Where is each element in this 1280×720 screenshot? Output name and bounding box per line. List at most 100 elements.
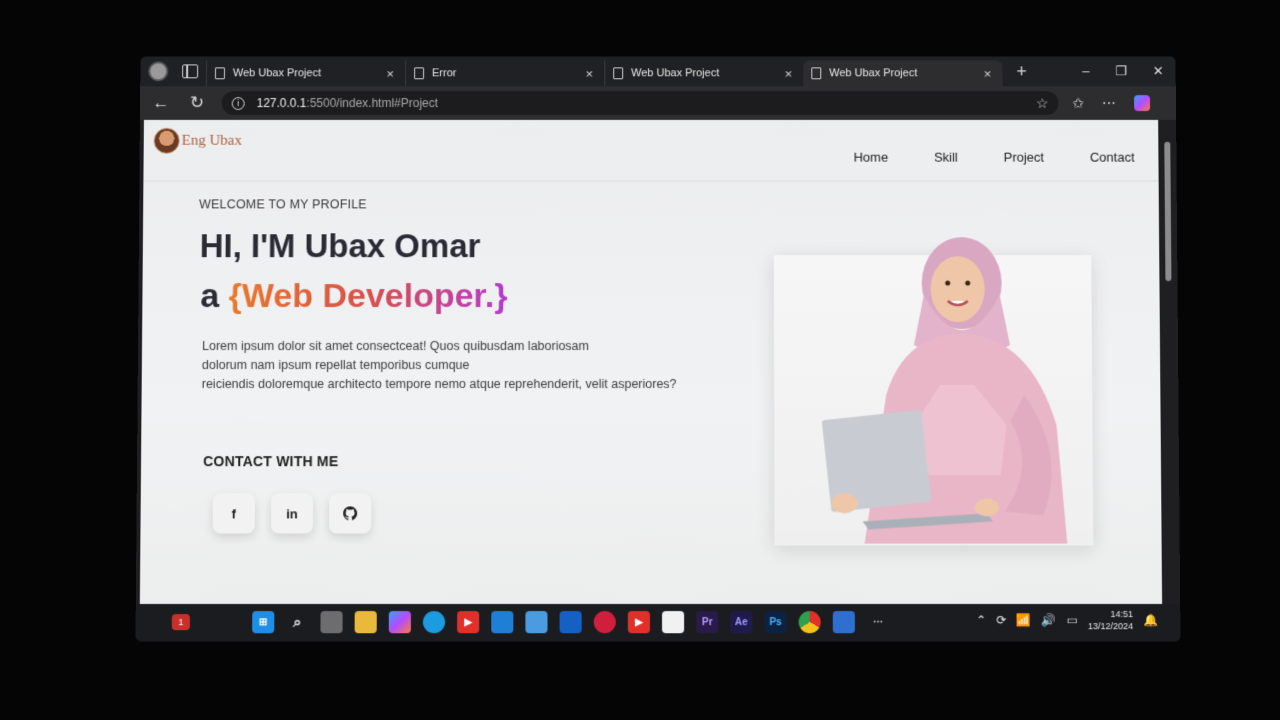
page-icon <box>811 67 822 80</box>
bell-icon[interactable]: 🔔 <box>1143 613 1158 627</box>
bio-line: Lorem ipsum dolor sit amet consectceat! … <box>201 339 590 353</box>
system-tray: ⌃ ⟳ 📶 🔊 ▭ 14:51 13/12/2024 🔔 <box>976 608 1158 632</box>
facebook-button[interactable]: f <box>212 493 256 534</box>
info-icon[interactable]: i <box>231 96 245 110</box>
hero-name: HI, I'M Ubax Omar <box>199 227 481 265</box>
clock-time: 14:51 <box>1110 609 1134 620</box>
more-icon[interactable]: ⋯ <box>1102 95 1116 112</box>
hero-role-line: a {Web Developer.} <box>200 277 507 316</box>
facebook-icon: f <box>231 505 237 521</box>
vscode-icon[interactable] <box>491 611 514 634</box>
logo-avatar <box>153 127 180 154</box>
refresh-icon[interactable]: ↻ <box>182 93 212 113</box>
hero-role: {Web Developer.} <box>228 277 508 316</box>
close-tab-icon[interactable]: × <box>981 66 995 81</box>
site-header: Eng Ubax Home Skill Project Contact <box>143 119 1159 182</box>
contact-heading: CONTACT WITH ME <box>203 453 339 470</box>
hero-prefix: a <box>200 277 229 316</box>
star-icon[interactable]: ☆ <box>1036 95 1049 112</box>
windows-taskbar: 1 ⊞ ⌕ ▶ ▶ Pr Ae Ps ⋯ ⌃ ⟳ 📶 🔊 ▭ 14:51 13/… <box>135 603 1181 642</box>
more-icon[interactable]: ⋯ <box>867 611 889 633</box>
linkedin-icon: in <box>286 505 298 521</box>
welcome-text: WELCOME TO MY PROFILE <box>199 197 367 212</box>
window-controls: – ❐ ✕ <box>1082 63 1164 79</box>
close-window-button[interactable]: ✕ <box>1153 63 1164 79</box>
premiere-icon[interactable]: Pr <box>696 611 719 634</box>
pinterest-icon[interactable] <box>593 611 616 634</box>
search-icon[interactable]: ⌕ <box>286 611 308 633</box>
notepad-icon[interactable] <box>662 611 685 634</box>
volume-icon[interactable]: 🔊 <box>1041 613 1056 627</box>
browser-tab-strip: Web Ubax Project × Error × Web Ubax Proj… <box>140 56 1176 87</box>
task-view-icon[interactable] <box>320 611 343 634</box>
browser-tab-active[interactable]: Web Ubax Project × <box>803 60 1003 87</box>
page-icon <box>414 67 425 80</box>
nav-skill[interactable]: Skill <box>934 150 958 165</box>
github-icon <box>343 506 358 521</box>
page-icon <box>613 67 624 80</box>
site-logo[interactable]: Eng Ubax <box>153 127 242 154</box>
notification-badge[interactable]: 1 <box>171 614 190 631</box>
close-tab-icon[interactable]: × <box>582 66 596 81</box>
virtualbox-icon[interactable] <box>832 611 855 634</box>
linkedin-button[interactable]: in <box>270 493 314 534</box>
youtube-icon[interactable]: ▶ <box>627 611 650 634</box>
page-viewport: Eng Ubax Home Skill Project Contact WELC… <box>139 119 1163 604</box>
chrome-icon[interactable] <box>798 611 821 634</box>
toolbar-actions: ✩ ⋯ <box>1072 95 1150 112</box>
favorites-icon[interactable]: ✩ <box>1072 95 1084 112</box>
clock[interactable]: 14:51 13/12/2024 <box>1088 608 1133 632</box>
address-bar[interactable]: i 127.0.0.1:5500/index.html#Project ☆ <box>221 91 1059 115</box>
minimize-button[interactable]: – <box>1082 63 1089 79</box>
page-icon <box>214 67 225 80</box>
browser-tab[interactable]: Web Ubax Project × <box>604 60 804 87</box>
url-host: 127.0.0.1 <box>256 96 307 111</box>
profile-photo <box>773 237 1094 546</box>
edge-icon[interactable] <box>422 611 446 634</box>
tab-title: Web Ubax Project <box>232 67 322 80</box>
outlook-icon[interactable] <box>559 611 582 634</box>
copilot-icon[interactable] <box>388 611 411 634</box>
tab-title: Web Ubax Project <box>631 67 720 80</box>
tab-actions-icon[interactable] <box>182 64 199 79</box>
file-explorer-icon[interactable] <box>354 611 377 634</box>
page-scrollbar[interactable] <box>1162 121 1177 602</box>
nav-home[interactable]: Home <box>854 150 889 165</box>
youtube-icon[interactable]: ▶ <box>457 611 480 634</box>
close-tab-icon[interactable]: × <box>781 66 795 81</box>
chevron-up-icon[interactable]: ⌃ <box>976 613 986 627</box>
battery-icon[interactable]: ▭ <box>1066 613 1077 627</box>
browser-toolbar: ← ↻ i 127.0.0.1:5500/index.html#Project … <box>139 86 1177 120</box>
social-links: f in <box>212 493 372 534</box>
browser-tab[interactable]: Error × <box>405 60 605 87</box>
github-button[interactable] <box>329 493 372 534</box>
photoshop-icon[interactable]: Ps <box>764 611 787 634</box>
bio-paragraph: Lorem ipsum dolor sit amet consectceat! … <box>202 337 717 394</box>
bio-line: dolorum nam ipsum repellat temporibus cu… <box>201 357 470 373</box>
laptop-screen: Web Ubax Project × Error × Web Ubax Proj… <box>135 56 1181 642</box>
nav-contact[interactable]: Contact <box>1090 150 1135 165</box>
close-tab-icon[interactable]: × <box>383 66 397 81</box>
taskbar-apps: ⊞ ⌕ ▶ ▶ Pr Ae Ps ⋯ <box>252 611 889 634</box>
url-path: :5500/index.html#Project <box>306 96 439 111</box>
scrollbar-thumb[interactable] <box>1164 141 1172 282</box>
tab-title: Error <box>431 67 457 80</box>
site-nav: Home Skill Project Contact <box>854 150 1135 165</box>
back-icon[interactable]: ← <box>146 93 176 113</box>
restore-button[interactable]: ❐ <box>1115 63 1127 79</box>
browser-tab[interactable]: Web Ubax Project × <box>205 60 406 87</box>
new-tab-button[interactable]: + <box>1016 61 1027 82</box>
store-icon[interactable] <box>525 611 548 634</box>
clock-date: 13/12/2024 <box>1087 621 1134 632</box>
wifi-icon[interactable]: 📶 <box>1016 613 1031 627</box>
nav-project[interactable]: Project <box>1004 150 1044 165</box>
logo-text: Eng Ubax <box>181 132 242 149</box>
tab-title: Web Ubax Project <box>829 67 918 80</box>
profile-photo-illustration <box>821 237 1068 544</box>
after-effects-icon[interactable]: Ae <box>730 611 753 634</box>
copilot-icon[interactable] <box>1133 95 1150 112</box>
sync-icon[interactable]: ⟳ <box>996 613 1006 627</box>
profile-avatar-icon[interactable] <box>148 61 169 82</box>
windows-start-icon[interactable]: ⊞ <box>252 611 275 634</box>
bio-line: reiciendis doloremque architecto tempore… <box>201 377 677 392</box>
